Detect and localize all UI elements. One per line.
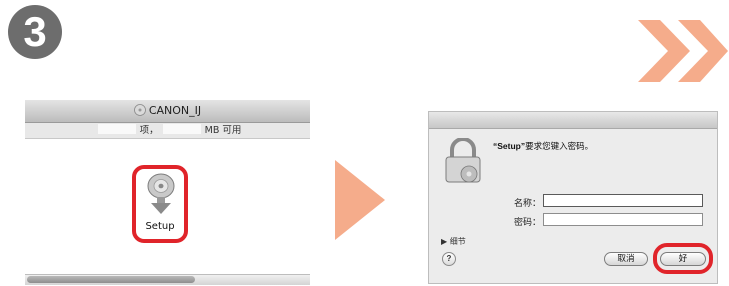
scrollbar-thumb[interactable] <box>27 276 195 283</box>
dialog-title-bar <box>429 112 717 129</box>
finder-title-bar: CANON_IJ <box>25 100 310 123</box>
cancel-button[interactable]: 取消 <box>604 252 648 266</box>
status-item-count-blank <box>97 124 136 134</box>
status-space-blank <box>162 124 201 134</box>
next-step-chevrons-icon <box>638 20 728 82</box>
status-items-text: 项， <box>139 125 159 136</box>
lock-icon <box>445 138 481 183</box>
step-number-badge: 3 <box>8 5 62 59</box>
help-button[interactable]: ? <box>442 252 456 266</box>
details-disclosure[interactable]: ▶ 细节 <box>441 236 466 247</box>
ok-highlight-frame <box>653 243 713 274</box>
authentication-dialog: “Setup”要求您键入密码。 名称： 密码： ▶ 细节 ? 取消 好 <box>428 111 718 284</box>
disk-icon <box>133 104 146 116</box>
finder-status-bar: 项， MB 可用 <box>25 123 310 139</box>
step-arrow-icon <box>335 160 385 240</box>
name-label: 名称： <box>513 199 541 209</box>
setup-highlight-frame <box>132 165 188 243</box>
dialog-message-app: “Setup” <box>493 141 526 151</box>
finder-horizontal-scrollbar[interactable] <box>25 274 310 285</box>
finder-title: CANON_IJ <box>148 104 202 117</box>
finder-window: CANON_IJ 项， MB 可用 Setup <box>25 100 310 285</box>
password-field[interactable] <box>543 213 703 226</box>
dialog-message-text: 要求您键入密码。 <box>525 142 594 152</box>
dialog-message: “Setup”要求您键入密码。 <box>493 140 593 152</box>
name-field[interactable] <box>543 194 703 207</box>
status-space-text: MB 可用 <box>204 125 242 136</box>
password-label: 密码： <box>513 218 541 228</box>
